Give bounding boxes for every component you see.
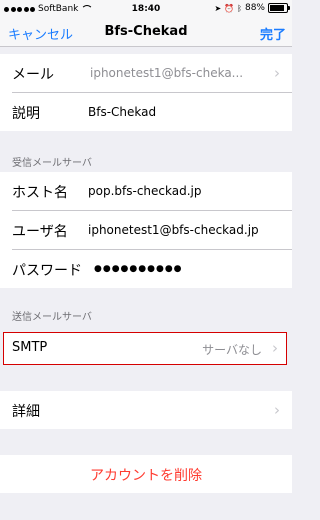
smtp-value: サーバなし <box>202 343 262 357</box>
advanced-label: 詳細 <box>12 404 40 420</box>
navigation-bar: キャンセル Bfs-Chekad 完了 <box>0 20 292 47</box>
host-row[interactable]: ホスト名 pop.bfs-checkad.jp <box>12 172 292 211</box>
description-value[interactable]: Bfs-Chekad <box>88 105 156 119</box>
mail-label: メール <box>12 67 54 83</box>
chevron-right-icon: › <box>272 339 278 357</box>
chevron-right-icon: › <box>274 401 280 419</box>
password-row[interactable]: パスワード ●●●●●●●●●● <box>12 250 292 288</box>
delete-account-button[interactable]: アカウントを削除 <box>0 455 292 493</box>
host-value[interactable]: pop.bfs-checkad.jp <box>88 184 201 198</box>
advanced-row[interactable]: 詳細 › <box>12 391 292 429</box>
smtp-row[interactable]: SMTP サーバなし › <box>3 332 287 365</box>
mail-value: iphonetest1@bfs-cheka... <box>90 66 244 80</box>
status-bar: SoftBank 18:40 ➤ ⏰ ᛒ 88% <box>0 0 292 20</box>
incoming-server-header: 受信メールサーバ <box>12 158 92 169</box>
advanced-group: 詳細 › <box>0 391 292 429</box>
host-label: ホスト名 <box>12 185 68 201</box>
username-row[interactable]: ユーザ名 iphonetest1@bfs-checkad.jp <box>12 211 292 250</box>
battery-icon <box>268 3 290 13</box>
done-button[interactable]: 完了 <box>260 24 286 43</box>
status-right: ➤ ⏰ ᛒ 88% <box>214 3 290 13</box>
bluetooth-icon: ᛒ <box>237 3 242 13</box>
location-icon: ➤ <box>214 3 222 13</box>
battery-percent: 88% <box>244 3 265 13</box>
account-group: メール iphonetest1@bfs-cheka... › 説明 Bfs-Ch… <box>0 54 292 131</box>
delete-account-label: アカウントを削除 <box>90 468 202 484</box>
smtp-label: SMTP <box>12 340 48 355</box>
alarm-icon: ⏰ <box>224 3 235 13</box>
username-value[interactable]: iphonetest1@bfs-checkad.jp <box>88 223 259 237</box>
chevron-right-icon: › <box>274 64 280 82</box>
description-label: 説明 <box>12 106 40 122</box>
password-label: パスワード <box>12 263 82 279</box>
username-label: ユーザ名 <box>12 224 68 240</box>
incoming-server-group: ホスト名 pop.bfs-checkad.jp ユーザ名 iphonetest1… <box>0 172 292 288</box>
description-row[interactable]: 説明 Bfs-Chekad <box>12 93 292 131</box>
password-value[interactable]: ●●●●●●●●●● <box>94 264 183 274</box>
page-title: Bfs-Chekad <box>104 24 188 39</box>
outgoing-server-header: 送信メールサーバ <box>12 312 92 323</box>
mail-row[interactable]: メール iphonetest1@bfs-cheka... › <box>12 54 292 93</box>
